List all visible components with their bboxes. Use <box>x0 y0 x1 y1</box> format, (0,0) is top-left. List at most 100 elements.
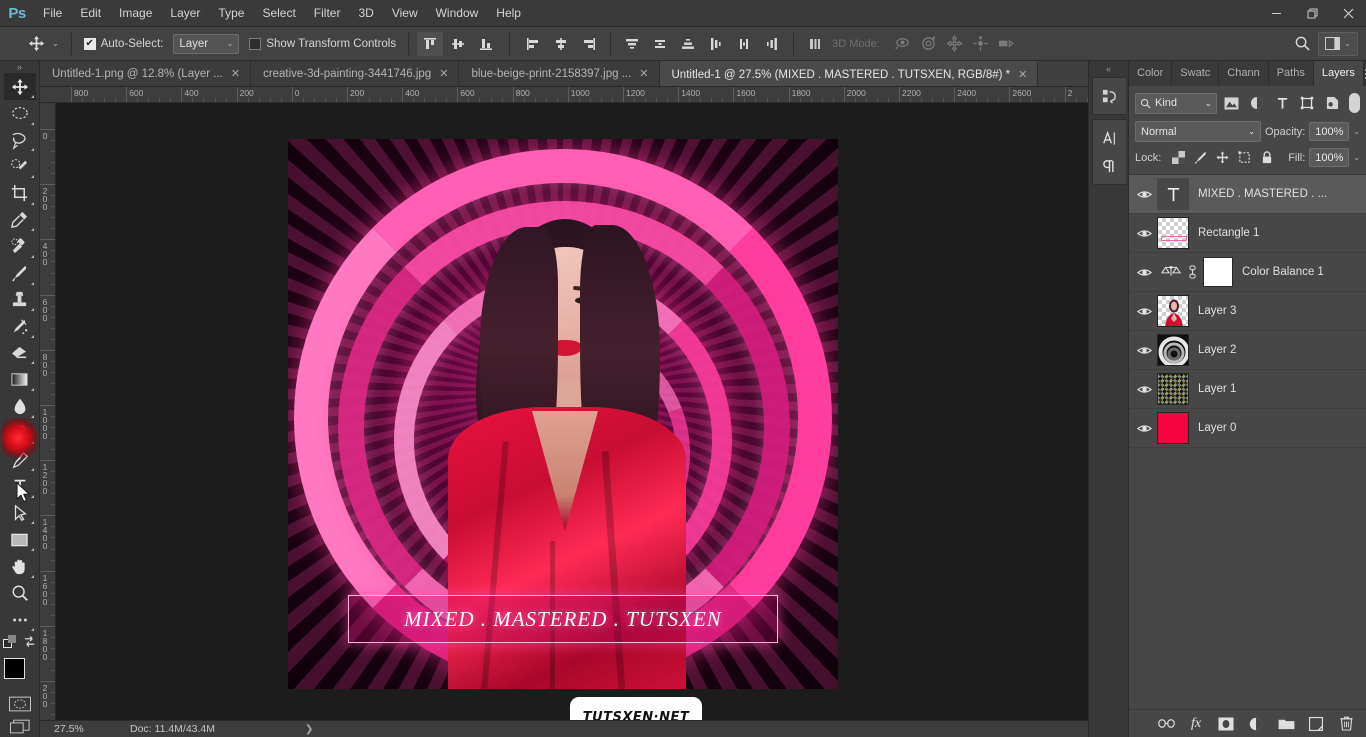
layer-visibility-toggle[interactable] <box>1131 292 1157 330</box>
menu-filter[interactable]: Filter <box>305 0 350 27</box>
opacity-value-field[interactable]: 100% <box>1309 122 1350 141</box>
orbit-3d-icon[interactable] <box>890 32 916 56</box>
align-distribute-options-button[interactable] <box>802 32 828 56</box>
document-tab-3[interactable]: blue-beige-print-2158397.jpg ... ✕ <box>459 61 660 86</box>
menu-type[interactable]: Type <box>209 0 253 27</box>
roll-3d-icon[interactable] <box>916 32 942 56</box>
maximize-button[interactable] <box>1294 0 1330 27</box>
slide-3d-icon[interactable] <box>968 32 994 56</box>
layer-row-rectangle[interactable]: Rectangle 1 <box>1129 214 1366 253</box>
document-tab-4-active[interactable]: Untitled-1 @ 27.5% (MIXED . MASTERED . T… <box>659 61 1039 86</box>
tab-color[interactable]: Color <box>1129 61 1173 86</box>
status-expand-icon[interactable]: ❯ <box>305 724 313 735</box>
layer-visibility-toggle[interactable] <box>1131 331 1157 369</box>
artboard[interactable]: MIXED . MASTERED . TUTSXEN <box>288 139 838 689</box>
layer-visibility-toggle[interactable] <box>1131 214 1157 252</box>
blur-tool[interactable] <box>4 393 36 420</box>
fill-chevron-icon[interactable]: ⌄ <box>1353 153 1360 162</box>
eraser-tool[interactable] <box>4 340 36 367</box>
fill-value-field[interactable]: 100% <box>1309 148 1350 167</box>
lock-artboard-nesting-icon[interactable] <box>1237 150 1252 165</box>
menu-image[interactable]: Image <box>110 0 161 27</box>
align-horizontal-centers-button[interactable] <box>548 32 574 56</box>
menu-help[interactable]: Help <box>487 0 530 27</box>
align-bottom-edges-button[interactable] <box>473 32 499 56</box>
tab-channels[interactable]: Chann <box>1219 61 1269 86</box>
quick-selection-tool[interactable] <box>4 153 36 180</box>
tab-swatches[interactable]: Swatc <box>1172 61 1220 86</box>
layer-visibility-toggle[interactable] <box>1131 175 1157 213</box>
vertical-ruler[interactable]: 0 200 400 600 800 1000 1200 1400 1600 1800 200 <box>40 103 56 720</box>
clone-stamp-tool[interactable] <box>4 287 36 314</box>
lasso-tool[interactable] <box>4 127 36 154</box>
filter-type-icon[interactable] <box>1271 92 1292 114</box>
layer-thumbnail-portrait[interactable] <box>1157 295 1189 327</box>
layer-mask-thumbnail[interactable] <box>1203 257 1233 287</box>
panels-collapse-icon[interactable]: « <box>1089 61 1128 77</box>
menu-select[interactable]: Select <box>253 0 304 27</box>
layer-thumbnail-rings[interactable] <box>1157 334 1189 366</box>
layer-visibility-toggle[interactable] <box>1131 370 1157 408</box>
auto-select-checkbox[interactable]: Auto-Select: <box>80 37 168 50</box>
delete-layer-icon[interactable] <box>1336 714 1356 734</box>
layer-visibility-toggle[interactable] <box>1131 409 1157 447</box>
distribute-bottom-edges-button[interactable] <box>675 32 701 56</box>
align-top-edges-button[interactable] <box>417 31 444 56</box>
close-icon[interactable]: ✕ <box>439 67 448 80</box>
link-layers-icon[interactable] <box>1156 714 1176 734</box>
toolbar-collapse-icon[interactable]: » <box>0 61 39 73</box>
blend-mode-dropdown[interactable]: Normal ⌄ <box>1135 121 1261 142</box>
horizontal-ruler[interactable]: 800 600 400 200 0 200 400 600 800 1000 1200 1400 160… <box>40 87 1088 103</box>
lock-transparent-pixels-icon[interactable] <box>1171 150 1186 165</box>
search-icon[interactable] <box>1288 31 1316 57</box>
close-icon[interactable]: ✕ <box>231 67 240 80</box>
layer-row-text[interactable]: MIXED . MASTERED . ... <box>1129 175 1366 214</box>
filter-adjustment-icon[interactable] <box>1246 92 1267 114</box>
filter-pixel-icon[interactable] <box>1221 92 1242 114</box>
history-icon[interactable] <box>1094 82 1124 110</box>
tab-paths[interactable]: Paths <box>1268 61 1314 86</box>
scale-3d-icon[interactable] <box>994 32 1020 56</box>
elliptical-marquee-tool[interactable] <box>4 100 36 127</box>
rectangle-tool[interactable] <box>4 526 36 553</box>
distribute-vertical-centers-button[interactable] <box>647 32 673 56</box>
align-left-edges-button[interactable] <box>520 32 546 56</box>
layer-name[interactable]: Color Balance 1 <box>1242 266 1324 278</box>
close-icon[interactable]: ✕ <box>1018 68 1027 81</box>
spot-healing-brush-tool[interactable] <box>4 233 36 260</box>
canvas-area[interactable]: MIXED . MASTERED . TUTSXEN TUTSXEN·NET <box>56 103 1088 720</box>
layer-name[interactable]: MIXED . MASTERED . ... <box>1198 188 1327 200</box>
foreground-color-swatch[interactable] <box>3 657 25 679</box>
layer-filter-kind-dropdown[interactable]: Kind ⌄ <box>1135 92 1217 114</box>
layer-name[interactable]: Rectangle 1 <box>1198 227 1259 239</box>
show-transform-controls-checkbox[interactable]: Show Transform Controls <box>245 37 400 50</box>
layer-thumbnail-pattern[interactable] <box>1157 373 1189 405</box>
filter-shape-icon[interactable] <box>1297 92 1318 114</box>
new-layer-icon[interactable] <box>1306 714 1326 734</box>
menu-edit[interactable]: Edit <box>71 0 110 27</box>
gradient-tool[interactable] <box>4 366 36 393</box>
add-layer-style-icon[interactable]: fx <box>1186 714 1206 734</box>
menu-window[interactable]: Window <box>427 0 488 27</box>
pan-3d-icon[interactable] <box>942 32 968 56</box>
minimize-button[interactable] <box>1258 0 1294 27</box>
menu-file[interactable]: File <box>34 0 71 27</box>
zoom-tool[interactable] <box>4 580 36 607</box>
filter-smart-object-icon[interactable] <box>1322 92 1343 114</box>
close-button[interactable] <box>1330 0 1366 27</box>
layer-thumbnail-text[interactable] <box>1157 178 1189 210</box>
crop-tool[interactable] <box>4 180 36 207</box>
layer-row-layer-2[interactable]: Layer 2 <box>1129 331 1366 370</box>
menu-3d[interactable]: 3D <box>349 0 382 27</box>
swap-colors-icon[interactable] <box>23 635 36 653</box>
menu-layer[interactable]: Layer <box>161 0 209 27</box>
layer-row-layer-3[interactable]: Layer 3 <box>1129 292 1366 331</box>
document-tab-1[interactable]: Untitled-1.png @ 12.8% (Layer ... ✕ <box>40 61 252 86</box>
layer-row-layer-1[interactable]: Layer 1 <box>1129 370 1366 409</box>
quick-mask-mode-icon[interactable] <box>7 694 33 714</box>
tool-preset-picker[interactable]: ⌄ <box>20 32 63 56</box>
dodge-tool[interactable] <box>4 420 36 447</box>
distribute-top-edges-button[interactable] <box>619 32 645 56</box>
new-group-icon[interactable] <box>1276 714 1296 734</box>
history-brush-tool[interactable] <box>4 313 36 340</box>
